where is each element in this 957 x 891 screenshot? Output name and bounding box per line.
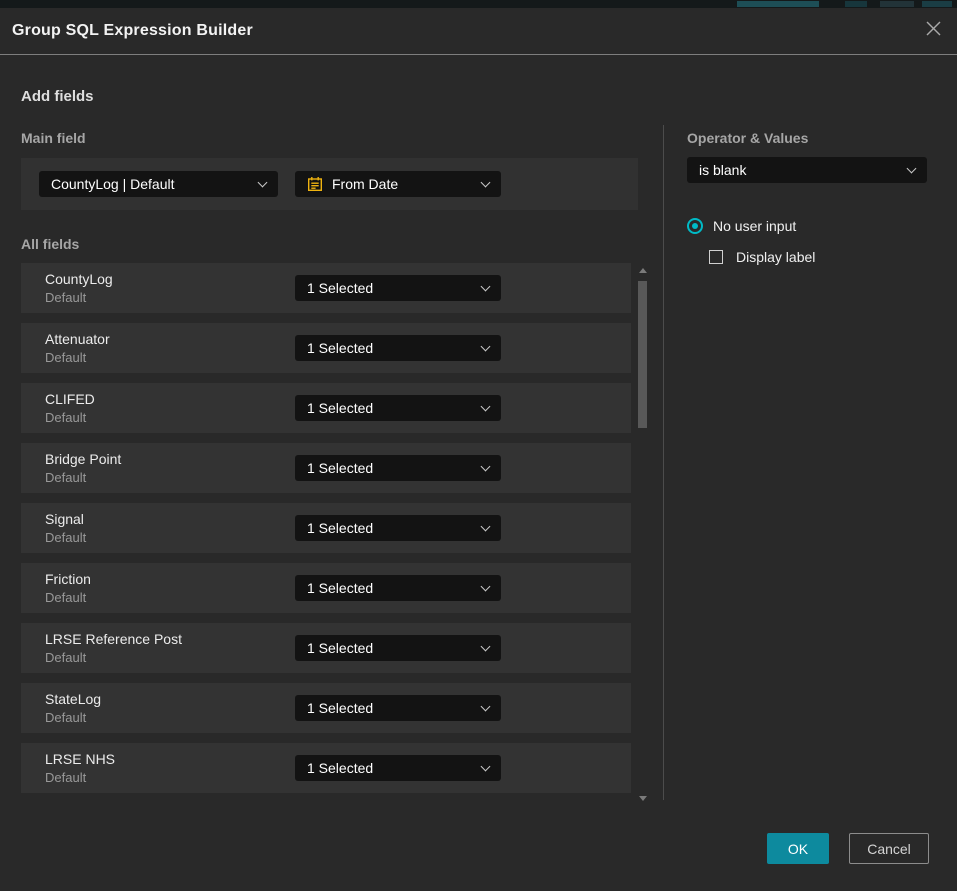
dialog-titlebar: Group SQL Expression Builder — [0, 8, 957, 55]
operator-select-value: is blank — [699, 162, 746, 178]
chevron-down-icon — [481, 282, 491, 292]
chevron-down-icon — [481, 522, 491, 532]
field-type: Default — [45, 290, 86, 305]
field-type: Default — [45, 350, 86, 365]
close-button[interactable] — [919, 17, 947, 45]
field-selection-select[interactable]: 1 Selected — [295, 335, 501, 361]
chevron-down-icon — [481, 582, 491, 592]
field-selection-value: 1 Selected — [307, 340, 373, 356]
field-selection-value: 1 Selected — [307, 640, 373, 656]
main-field-panel: CountyLog | Default From Date — [21, 158, 638, 210]
all-fields-label: All fields — [21, 236, 79, 252]
field-name: Bridge Point — [45, 451, 121, 467]
chevron-down-icon — [481, 762, 491, 772]
main-date-field-select-value: From Date — [332, 176, 398, 192]
panel-divider — [663, 125, 664, 800]
checkbox-unchecked-icon[interactable] — [709, 250, 723, 264]
field-name: LRSE NHS — [45, 751, 115, 767]
main-date-field-select[interactable]: From Date — [295, 171, 501, 197]
main-field-label: Main field — [21, 130, 86, 146]
field-row: StateLog Default 1 Selected — [21, 683, 631, 733]
background-fragment — [922, 1, 952, 7]
field-type: Default — [45, 650, 86, 665]
field-selection-value: 1 Selected — [307, 520, 373, 536]
field-row: LRSE Reference Post Default 1 Selected — [21, 623, 631, 673]
display-label-label[interactable]: Display label — [736, 249, 815, 265]
field-name: CountyLog — [45, 271, 113, 287]
field-row: LRSE NHS Default 1 Selected — [21, 743, 631, 793]
scroll-down-icon[interactable] — [639, 796, 647, 801]
main-source-select-value: CountyLog | Default — [51, 176, 175, 192]
field-name: Signal — [45, 511, 84, 527]
add-fields-heading: Add fields — [21, 88, 94, 105]
field-type: Default — [45, 590, 86, 605]
chevron-down-icon — [481, 342, 491, 352]
field-row: Attenuator Default 1 Selected — [21, 323, 631, 373]
chevron-down-icon — [481, 462, 491, 472]
field-selection-value: 1 Selected — [307, 280, 373, 296]
background-fragment — [880, 1, 914, 7]
background-app-sliver — [0, 0, 957, 8]
field-selection-select[interactable]: 1 Selected — [295, 275, 501, 301]
no-user-input-label[interactable]: No user input — [713, 218, 796, 234]
field-row: Bridge Point Default 1 Selected — [21, 443, 631, 493]
cancel-button[interactable]: Cancel — [849, 833, 929, 864]
no-user-input-radio-row[interactable]: No user input — [687, 218, 796, 234]
field-row: CountyLog Default 1 Selected — [21, 263, 631, 313]
field-selection-select[interactable]: 1 Selected — [295, 755, 501, 781]
ok-button[interactable]: OK — [767, 833, 829, 864]
field-name: StateLog — [45, 691, 101, 707]
radio-dot — [692, 223, 698, 229]
field-name: CLIFED — [45, 391, 95, 407]
operator-select[interactable]: is blank — [687, 157, 927, 183]
field-row: CLIFED Default 1 Selected — [21, 383, 631, 433]
display-label-checkbox-row[interactable]: Display label — [709, 249, 815, 265]
field-name: LRSE Reference Post — [45, 631, 182, 647]
dialog-title: Group SQL Expression Builder — [0, 22, 253, 40]
chevron-down-icon — [481, 178, 491, 188]
calendar-icon — [307, 176, 323, 192]
field-selection-select[interactable]: 1 Selected — [295, 575, 501, 601]
main-source-select[interactable]: CountyLog | Default — [39, 171, 278, 197]
field-selection-value: 1 Selected — [307, 460, 373, 476]
field-row: Signal Default 1 Selected — [21, 503, 631, 553]
field-selection-value: 1 Selected — [307, 700, 373, 716]
field-selection-select[interactable]: 1 Selected — [295, 635, 501, 661]
scroll-up-icon[interactable] — [639, 268, 647, 273]
chevron-down-icon — [907, 164, 917, 174]
field-selection-select[interactable]: 1 Selected — [295, 455, 501, 481]
background-fragment — [737, 1, 819, 7]
radio-selected-icon[interactable] — [687, 218, 703, 234]
field-type: Default — [45, 410, 86, 425]
field-type: Default — [45, 470, 86, 485]
chevron-down-icon — [258, 178, 268, 188]
field-type: Default — [45, 710, 86, 725]
field-selection-value: 1 Selected — [307, 760, 373, 776]
field-type: Default — [45, 770, 86, 785]
chevron-down-icon — [481, 402, 491, 412]
field-list-scrollbar[interactable] — [636, 263, 650, 803]
field-row: Friction Default 1 Selected — [21, 563, 631, 613]
field-selection-select[interactable]: 1 Selected — [295, 695, 501, 721]
field-selection-value: 1 Selected — [307, 400, 373, 416]
field-name: Attenuator — [45, 331, 110, 347]
close-icon — [925, 20, 942, 42]
chevron-down-icon — [481, 702, 491, 712]
field-name: Friction — [45, 571, 91, 587]
operator-values-heading: Operator & Values — [687, 130, 808, 146]
field-selection-select[interactable]: 1 Selected — [295, 515, 501, 541]
field-type: Default — [45, 530, 86, 545]
chevron-down-icon — [481, 642, 491, 652]
group-sql-expression-builder-dialog: Group SQL Expression Builder Add fields … — [0, 8, 957, 891]
scrollbar-thumb[interactable] — [638, 281, 647, 428]
background-fragment — [845, 1, 867, 7]
field-selection-value: 1 Selected — [307, 580, 373, 596]
field-selection-select[interactable]: 1 Selected — [295, 395, 501, 421]
